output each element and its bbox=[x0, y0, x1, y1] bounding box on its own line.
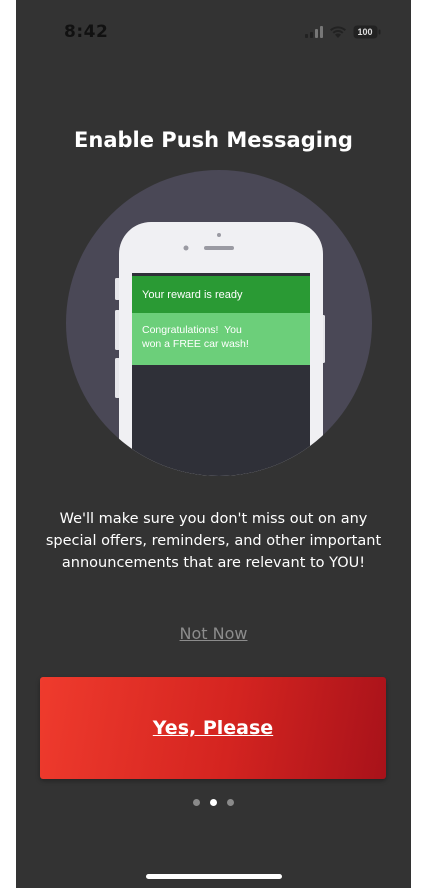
yes-please-label: Yes, Please bbox=[152, 717, 274, 739]
notification-title: Your reward is ready bbox=[142, 288, 243, 301]
push-permission-screen: 8:42 100 Enable Push Messaging Your rewa… bbox=[16, 0, 411, 888]
signal-icon bbox=[305, 26, 323, 38]
notification-body-line2: won a FREE car wash! bbox=[142, 338, 249, 350]
notification-body-line1: Congratulations! You bbox=[142, 324, 242, 336]
page-indicator bbox=[16, 799, 411, 806]
not-now-link[interactable]: Not Now bbox=[16, 624, 411, 643]
page-title: Enable Push Messaging bbox=[74, 128, 353, 152]
description-text: We'll make sure you don't miss out on an… bbox=[45, 511, 382, 571]
notification-card: Your reward is ready Congratulations! Yo… bbox=[132, 276, 310, 365]
phone-notification-illustration: Your reward is ready Congratulations! Yo… bbox=[66, 170, 372, 476]
battery-icon: 100 bbox=[353, 25, 381, 39]
status-icons: 100 bbox=[305, 22, 381, 42]
page-dot-active bbox=[210, 799, 217, 806]
yes-please-button[interactable]: Yes, Please bbox=[40, 677, 386, 779]
home-indicator[interactable] bbox=[146, 874, 282, 879]
page-dot bbox=[193, 799, 200, 806]
wifi-icon bbox=[329, 25, 347, 39]
status-bar: 8:42 100 bbox=[16, 0, 411, 62]
page-dot bbox=[227, 799, 234, 806]
notification-body: Congratulations! You won a FREE car wash… bbox=[132, 313, 310, 365]
notification-title-bar: Your reward is ready bbox=[132, 276, 310, 313]
status-time: 8:42 bbox=[64, 22, 109, 42]
battery-level: 100 bbox=[357, 27, 373, 37]
